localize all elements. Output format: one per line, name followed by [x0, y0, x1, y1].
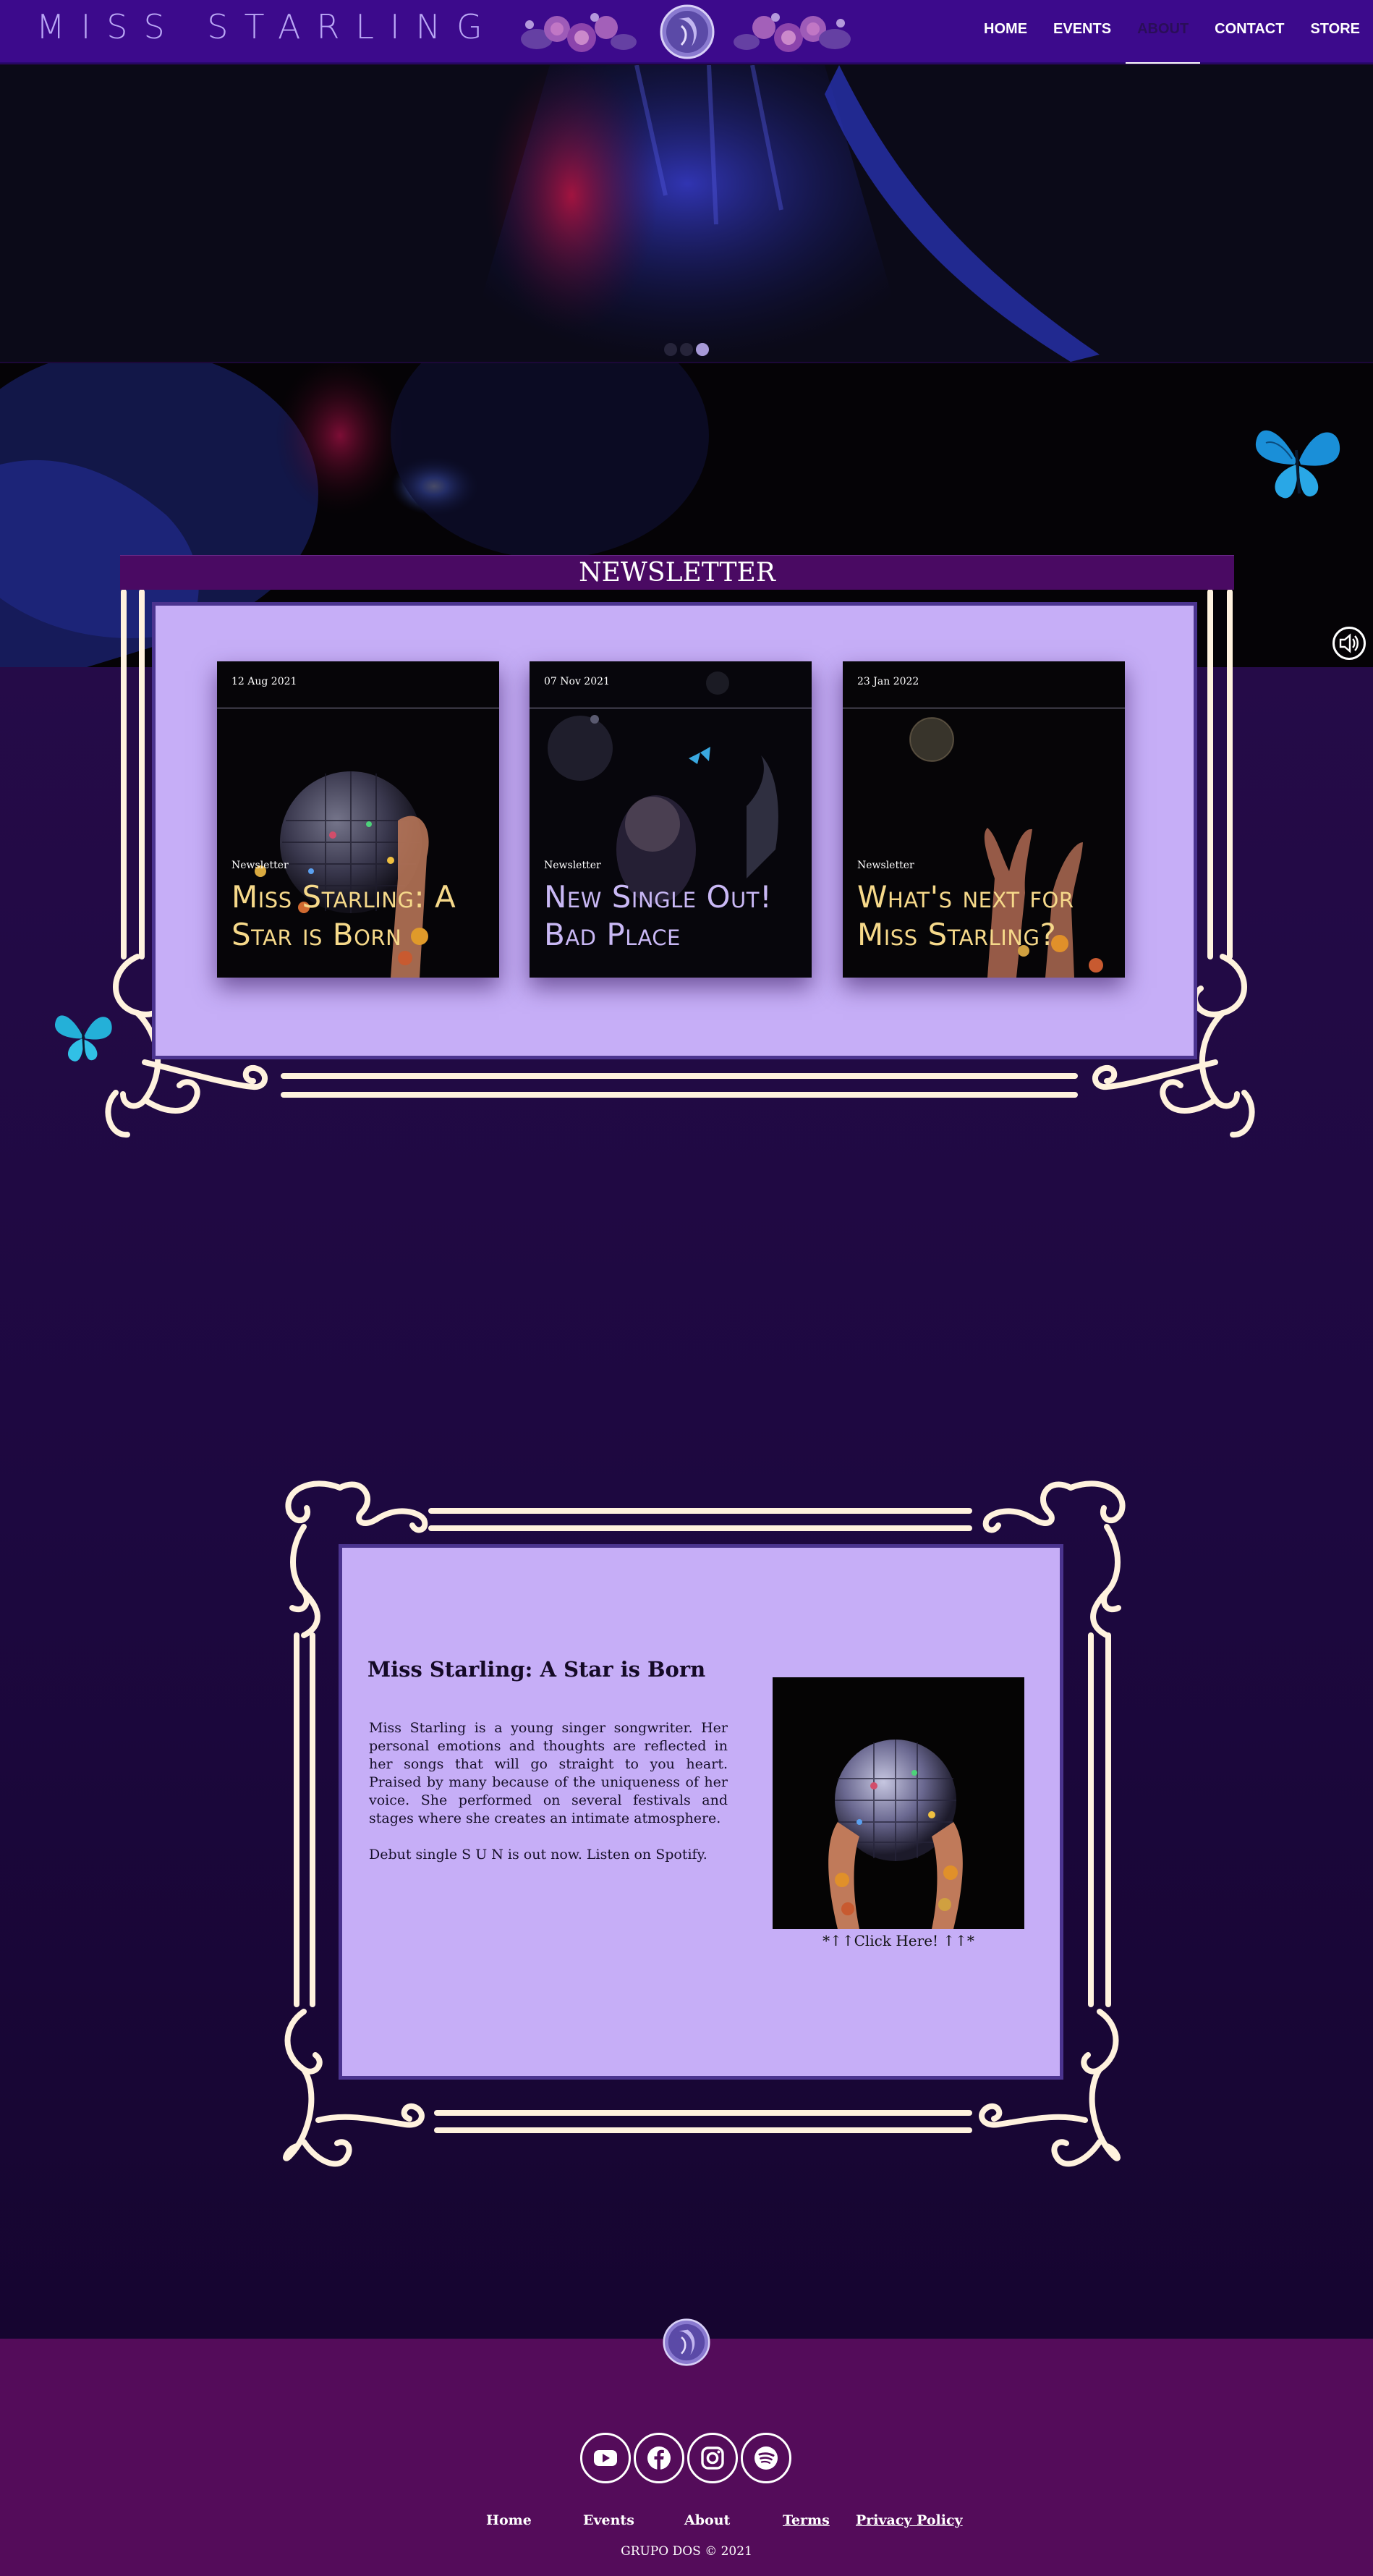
- site-footer: [0, 2339, 1373, 2576]
- click-here-link[interactable]: *↑↑Click Here! ↑↑*: [773, 1932, 1024, 1949]
- youtube-icon: [594, 2450, 617, 2466]
- footer-link-about[interactable]: About: [684, 2512, 730, 2528]
- facebook-icon: [647, 2446, 671, 2470]
- about-title: Miss Starling: A Star is Born: [367, 1657, 706, 1682]
- spotify-button[interactable]: [741, 2433, 791, 2483]
- instagram-button[interactable]: [687, 2433, 738, 2483]
- moon-emblem-icon[interactable]: [663, 2318, 710, 2366]
- about-text: Miss Starling is a young singer songwrit…: [369, 1719, 728, 1864]
- footer-link-home[interactable]: Home: [486, 2512, 532, 2528]
- footer-link-events[interactable]: Events: [583, 2512, 634, 2528]
- footer-link-privacy-policy[interactable]: Privacy Policy: [856, 2512, 963, 2528]
- footer-link-terms[interactable]: Terms: [783, 2512, 830, 2528]
- about-paragraph: Debut single S U N is out now. Listen on…: [369, 1847, 707, 1863]
- disco-ball-photo: [773, 1677, 1024, 1929]
- youtube-button[interactable]: [580, 2433, 631, 2483]
- instagram-icon: [701, 2446, 724, 2470]
- facebook-button[interactable]: [634, 2433, 684, 2483]
- about-image-disco-ball[interactable]: [773, 1677, 1024, 1929]
- copyright-text: GRUPO DOS © 2021: [621, 2544, 752, 2559]
- about-paragraph: Miss Starling is a young singer songwrit…: [369, 1720, 728, 1826]
- spotify-icon: [754, 2446, 778, 2470]
